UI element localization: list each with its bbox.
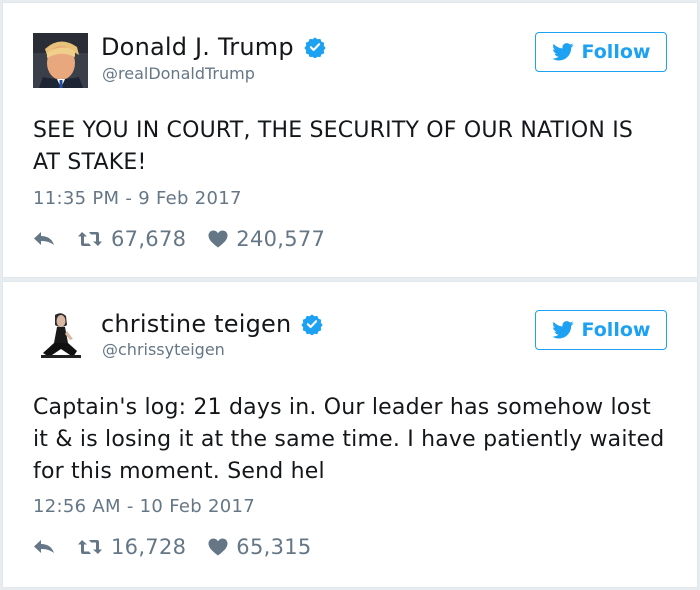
retweet-icon — [78, 232, 102, 246]
timestamp[interactable]: 11:35 PM - 9 Feb 2017 — [33, 188, 242, 209]
author-row: Donald J. Trump — [101, 33, 326, 61]
twitter-bird-icon — [551, 321, 573, 339]
reply-button[interactable] — [33, 539, 55, 555]
tweet-card: Donald J. Trump @realDonaldTrump Follow … — [2, 2, 698, 278]
tweet-actions: 16,728 65,315 — [33, 535, 312, 559]
reply-icon — [34, 540, 54, 553]
timestamp[interactable]: 12:56 AM - 10 Feb 2017 — [33, 496, 255, 517]
handle[interactable]: @chrissyteigen — [102, 340, 225, 359]
retweet-button[interactable]: 16,728 — [77, 535, 186, 559]
like-button[interactable]: 240,577 — [208, 227, 325, 251]
tweet-text: Captain's log: 21 days in. Our leader ha… — [33, 395, 665, 484]
verified-badge-icon — [304, 36, 326, 59]
tweet-actions: 67,678 240,577 — [33, 227, 325, 251]
follow-button-label: Follow — [581, 319, 651, 341]
display-name[interactable]: Donald J. Trump — [101, 33, 294, 61]
tweet-text: SEE YOU IN COURT, THE SECURITY OF OUR NA… — [33, 118, 634, 175]
avatar-image — [33, 309, 88, 364]
reply-button[interactable] — [33, 231, 55, 247]
retweet-icon — [78, 540, 102, 554]
author-row: christine teigen — [101, 310, 324, 338]
handle[interactable]: @realDonaldTrump — [102, 64, 255, 83]
like-count: 240,577 — [236, 227, 326, 251]
avatar[interactable] — [33, 309, 88, 364]
retweet-count: 67,678 — [111, 227, 187, 251]
heart-icon — [208, 230, 228, 248]
avatar-image — [33, 33, 88, 88]
tweet-card: christine teigen @chrissyteigen Follow C… — [2, 281, 698, 588]
follow-button[interactable]: Follow — [535, 32, 667, 72]
like-count: 65,315 — [236, 535, 312, 559]
verified-badge-icon — [301, 313, 324, 336]
follow-button[interactable]: Follow — [535, 310, 667, 350]
like-button[interactable]: 65,315 — [208, 535, 311, 559]
retweet-count: 16,728 — [111, 535, 187, 559]
display-name[interactable]: christine teigen — [101, 310, 291, 338]
retweet-button[interactable]: 67,678 — [77, 227, 186, 251]
twitter-bird-icon — [551, 43, 573, 61]
reply-icon — [34, 232, 54, 245]
avatar[interactable] — [33, 33, 88, 88]
follow-button-label: Follow — [581, 41, 651, 63]
heart-icon — [208, 538, 228, 556]
